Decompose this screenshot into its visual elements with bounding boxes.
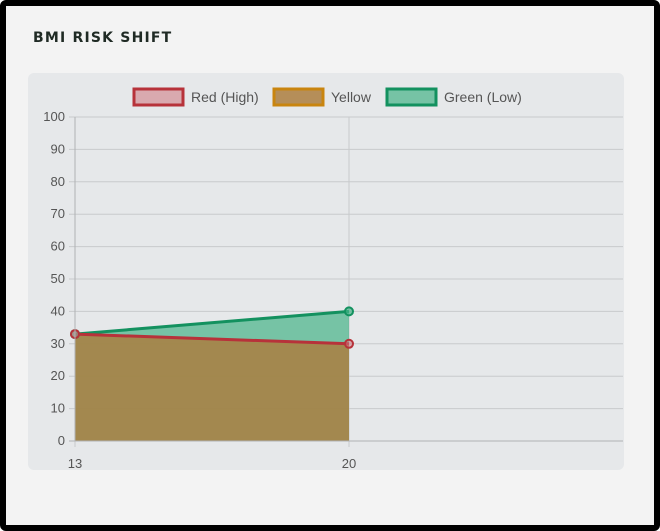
- x-tick-label: 13: [68, 456, 82, 470]
- y-tick-label: 40: [51, 303, 65, 318]
- y-tick-label: 50: [51, 271, 65, 286]
- y-tick-label: 80: [51, 174, 65, 189]
- legend-yellow-swatch: [272, 87, 325, 107]
- legend-yellow-label: Yellow: [331, 89, 372, 105]
- y-tick-label: 0: [58, 433, 65, 448]
- y-tick-label: 90: [51, 141, 65, 156]
- chart-panel: 0 10 20 30 40 50 60 70 80 90 100 13 20 Red (High) Yell…: [28, 73, 624, 470]
- yellow-area: [75, 334, 349, 441]
- y-tick-label: 60: [51, 239, 65, 254]
- y-tick-label: 100: [43, 109, 65, 124]
- y-tick-label: 20: [51, 368, 65, 383]
- card-title: BMI RISK SHIFT: [33, 30, 173, 46]
- red-high-point: [344, 338, 354, 349]
- y-tick-label: 30: [51, 336, 65, 351]
- legend-red-high-label: Red (High): [191, 89, 259, 105]
- legend-red-high-swatch: [132, 87, 185, 107]
- legend-green-low-label: Green (Low): [444, 89, 522, 105]
- y-tick-label: 10: [51, 401, 65, 416]
- legend-green-low-swatch: [385, 87, 438, 107]
- y-tick-label: 70: [51, 206, 65, 221]
- green-low-point: [344, 306, 354, 317]
- bmi-risk-chart: 0 10 20 30 40 50 60 70 80 90 100 13 20 Red (High) Yell…: [43, 87, 623, 470]
- x-tick-label: 20: [342, 456, 356, 470]
